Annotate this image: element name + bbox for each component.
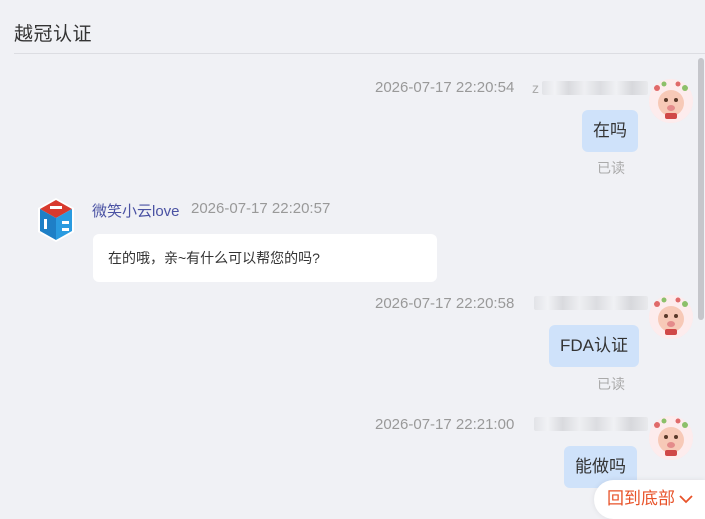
chat-title: 越冠认证 [14, 24, 93, 45]
message-time: 2026-07-17 22:21:00 [375, 416, 515, 433]
avatar-image [649, 416, 693, 460]
avatar-image [649, 79, 693, 123]
read-status: 已读 [597, 376, 625, 392]
chat-scrollbar-thumb[interactable] [698, 58, 704, 320]
blurred-sender-name [534, 417, 648, 431]
blurred-sender-name [542, 81, 648, 95]
back-to-bottom-label: 回到底部 [607, 489, 675, 508]
avatar-image [649, 295, 693, 339]
agent-logo[interactable] [36, 197, 76, 243]
message-time: 2026-07-17 22:20:57 [191, 200, 331, 217]
sender-name-partial: z [532, 80, 539, 96]
message-time: 2026-07-17 22:20:54 [375, 79, 515, 96]
blurred-sender-name [534, 296, 648, 310]
message-time: 2026-07-17 22:20:58 [375, 295, 515, 312]
brand-logo-icon [38, 198, 74, 242]
chevron-down-icon [679, 480, 693, 518]
user-avatar[interactable] [649, 416, 693, 460]
chat-header: 越冠认证 [14, 0, 705, 54]
user-avatar[interactable] [649, 79, 693, 123]
my-message-bubble[interactable]: FDA认证 [549, 325, 639, 367]
read-status: 已读 [597, 160, 625, 176]
agent-message-bubble[interactable]: 在的哦，亲~有什么可以帮您的吗? [93, 234, 437, 282]
my-message-bubble[interactable]: 在吗 [582, 110, 638, 152]
sender-name: 微笑小云love [92, 203, 180, 220]
back-to-bottom-button[interactable]: 回到底部 [594, 480, 705, 519]
user-avatar[interactable] [649, 295, 693, 339]
